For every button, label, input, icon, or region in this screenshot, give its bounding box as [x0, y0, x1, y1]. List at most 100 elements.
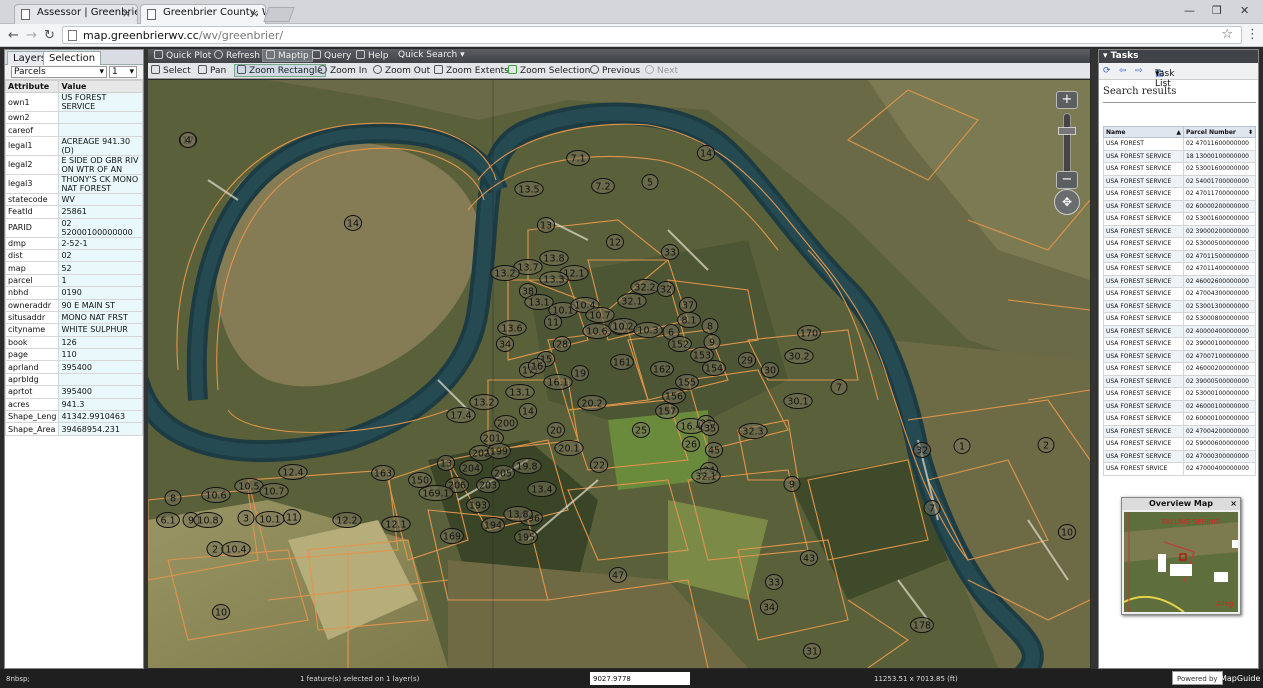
- scale-input[interactable]: 9027.9778: [590, 672, 690, 685]
- parcel-label: 193: [466, 497, 490, 513]
- close-window-icon[interactable]: ✕: [1240, 4, 1249, 17]
- result-row[interactable]: USA FOREST SERVICE 02 47011700000000: [1103, 187, 1256, 201]
- result-parcel-number: 02 47004300000000: [1183, 287, 1256, 301]
- feature-index-select[interactable]: 1 ▾: [109, 66, 137, 78]
- chevron-down-icon: ▾: [1155, 69, 1160, 79]
- close-icon[interactable]: ×: [250, 7, 259, 20]
- minimize-icon[interactable]: —: [1184, 4, 1195, 17]
- filter-icon: [312, 50, 321, 59]
- back-arrow-icon[interactable]: ⇦: [1119, 66, 1127, 76]
- attribute-row: acres 941.3: [4, 397, 143, 412]
- browser-tab-greenbrier[interactable]: Greenbrier County, WV ×: [140, 4, 266, 24]
- restore-icon[interactable]: ❐: [1212, 4, 1222, 17]
- result-row[interactable]: USA FOREST SERVICE 02 47004300000000: [1103, 287, 1256, 301]
- result-row[interactable]: USA FOREST SERVICE 02 53001600000000: [1103, 162, 1256, 176]
- result-row[interactable]: USA FOREST SERVICE 02 47004200000000: [1103, 424, 1256, 438]
- zoom-selection-label: Zoom Selection: [520, 66, 591, 76]
- maptip-button[interactable]: Maptip: [262, 49, 313, 62]
- result-row[interactable]: USA FOREST SERVICE 02 46002600000000: [1103, 274, 1256, 288]
- result-row[interactable]: USA FOREST SERVICE 18 13000100000000: [1103, 149, 1256, 163]
- parcel-label: 16.1: [543, 374, 573, 390]
- parcel-label: 29: [737, 352, 757, 368]
- parcel-label: 13: [536, 217, 556, 233]
- refresh-button[interactable]: Refresh: [214, 50, 260, 61]
- result-row[interactable]: USA FOREST 02 47011600000000: [1103, 137, 1256, 151]
- result-parcel-number: 02 60000200000000: [1183, 199, 1256, 213]
- quick-plot-button[interactable]: Quick Plot: [154, 50, 211, 61]
- new-tab-button[interactable]: [263, 7, 295, 22]
- reload-icon[interactable]: ↻: [44, 28, 55, 43]
- quick-search-menu[interactable]: Quick Search ▾: [398, 50, 465, 60]
- result-row[interactable]: USA FOREST SERVICE 02 47011500000000: [1103, 249, 1256, 263]
- next-view-button[interactable]: Next: [645, 65, 678, 76]
- parcel-label: 13.3: [539, 271, 569, 287]
- overview-map-header[interactable]: Overview Map ×: [1122, 498, 1240, 510]
- back-icon[interactable]: ←: [8, 28, 19, 43]
- overview-map[interactable]: FALLING SPRING Alleg: [1124, 512, 1238, 612]
- result-row[interactable]: USA FOREST SERVICE 02 54001700000000: [1103, 174, 1256, 188]
- previous-view-button[interactable]: Previous: [590, 65, 640, 76]
- result-row[interactable]: USA FOREST SERVICE 02 47000300000000: [1103, 449, 1256, 463]
- result-parcel-number: 02 39000500000000: [1183, 374, 1256, 388]
- result-row[interactable]: USA FOREST SERVICE 02 47011400000000: [1103, 262, 1256, 276]
- url-field[interactable]: map.greenbrierwv.cc/wv/greenbrier/ ☆: [62, 26, 1242, 44]
- close-icon[interactable]: ×: [122, 7, 131, 20]
- attribute-value: 2-52-1: [58, 236, 143, 250]
- url-host: map.greenbrierwv.cc: [83, 29, 199, 42]
- home-icon[interactable]: ⟳: [1103, 66, 1111, 76]
- attribute-row: legal2 E SIDE OD GBR RIV ON WTR OF AN: [4, 154, 143, 175]
- result-row[interactable]: USA FOREST SERVICE 02 46000200000000: [1103, 362, 1256, 376]
- zoom-rectangle-button[interactable]: Zoom Rectangle: [234, 64, 326, 77]
- name-column-header[interactable]: Name ▲: [1103, 126, 1184, 138]
- browser-tab-assessor[interactable]: Assessor | Greenbrier Co ×: [14, 4, 138, 24]
- right-splitter[interactable]: [1091, 49, 1098, 669]
- map-zoom-out-button[interactable]: −: [1056, 171, 1078, 189]
- result-row[interactable]: USA FOREST SERVICE 02 53000500000000: [1103, 237, 1256, 251]
- pan-control-icon[interactable]: ✥: [1054, 189, 1080, 215]
- result-row[interactable]: USA FOREST SERVICE 02 60000100000000: [1103, 412, 1256, 426]
- parcel-label: 32: [656, 281, 676, 297]
- parcel-label-text: 8: [707, 322, 713, 333]
- tab-selection[interactable]: Selection: [43, 51, 102, 65]
- help-button[interactable]: Help: [356, 50, 389, 61]
- result-row[interactable]: USA FOREST SERVICE 02 46000100000000: [1103, 399, 1256, 413]
- zoom-selection-button[interactable]: Zoom Selection: [508, 65, 590, 76]
- parcel-number-column-header[interactable]: Parcel Number ⬍: [1183, 126, 1256, 138]
- collapse-icon[interactable]: ▾: [1103, 51, 1108, 61]
- result-row[interactable]: USA FOREST SERVICE 02 39000500000000: [1103, 374, 1256, 388]
- select-tool-button[interactable]: Select: [151, 65, 191, 76]
- attribute-name: Shape_Area: [4, 422, 60, 436]
- result-row[interactable]: USA FOREST SERVICE 02 39000100000000: [1103, 337, 1256, 351]
- map-zoom-in-button[interactable]: +: [1056, 91, 1078, 109]
- result-row[interactable]: USA FOREST SERVICE 02 59000600000000: [1103, 437, 1256, 451]
- pan-tool-button[interactable]: Pan: [198, 65, 226, 76]
- zoom-in-button[interactable]: Zoom In: [318, 65, 367, 76]
- map-view[interactable]: 1 7 14 14 7.1 7.2 5 13.5 13 12 33 13.8 13.7 12.1 13.3 1…: [148, 80, 1090, 668]
- result-row[interactable]: USA FOREST SERVICE 02 53001600000000: [1103, 212, 1256, 226]
- result-row[interactable]: USA FOREST SERVICE 02 39000200000000: [1103, 224, 1256, 238]
- result-row[interactable]: USA FOREST SERVICE 02 60000200000000: [1103, 199, 1256, 213]
- forward-icon[interactable]: →: [26, 28, 37, 43]
- parcel-label: 22: [589, 457, 609, 473]
- query-button[interactable]: Query: [312, 50, 351, 61]
- attribute-row: statecode WV: [4, 192, 143, 207]
- zoom-out-button[interactable]: Zoom Out: [373, 65, 430, 76]
- parcel-label: 8: [701, 318, 719, 334]
- result-row[interactable]: USA FOREST SERVICE 02 47007100000000: [1103, 349, 1256, 363]
- forward-arrow-icon[interactable]: ⇨: [1135, 66, 1143, 76]
- menu-kebab-icon[interactable]: ⋮: [1246, 27, 1259, 42]
- attribute-value: 02 52000100000000: [58, 217, 143, 238]
- attribute-value: [58, 110, 143, 125]
- result-row[interactable]: USA FOREST SRVICE 02 47000400000000: [1103, 462, 1256, 476]
- zoom-slider-thumb[interactable]: [1058, 127, 1076, 135]
- result-row[interactable]: USA FOREST SERVICE 02 53000800000000: [1103, 312, 1256, 326]
- aerial-map[interactable]: 1 7 14 14 7.1 7.2 5 13.5 13 12 33 13.8 13.7 12.1 13.3 1…: [148, 80, 1090, 668]
- zoom-extents-button[interactable]: Zoom Extents: [434, 65, 509, 76]
- result-row[interactable]: USA FOREST SERVICE 02 53000100000000: [1103, 387, 1256, 401]
- close-icon[interactable]: ×: [1230, 498, 1237, 510]
- result-row[interactable]: USA FOREST SERVICE 02 40000400000000: [1103, 324, 1256, 338]
- layer-select[interactable]: Parcels ▾: [11, 66, 107, 78]
- bookmark-star-icon[interactable]: ☆: [1221, 27, 1233, 42]
- result-row[interactable]: USA FOREST SERVICE 02 53001300000000: [1103, 299, 1256, 313]
- parcel-label: 9: [703, 334, 721, 350]
